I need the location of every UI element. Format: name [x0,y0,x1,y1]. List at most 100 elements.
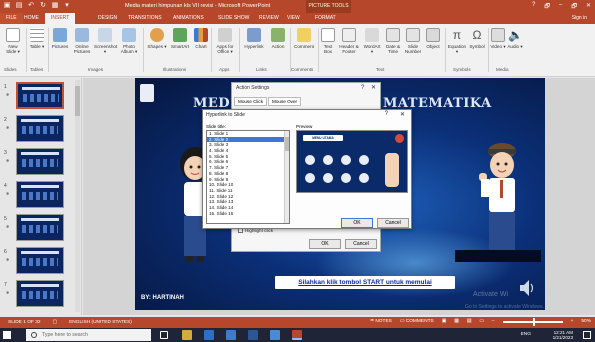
file-explorer-icon[interactable] [182,330,192,340]
equation-button[interactable]: π Equation ▾ [447,28,467,54]
preview-label: Preview [296,124,313,129]
new-slide-button[interactable]: New Slide ▾ [4,28,22,54]
notification-icon[interactable] [583,331,591,339]
help-button[interactable]: ? [385,111,388,118]
slide-number-button[interactable]: Slide Number [404,28,422,54]
tab-view[interactable]: VIEW [287,15,300,21]
photo-album-button[interactable]: Photo Album ▾ [118,28,140,54]
tab-transitions[interactable]: TRANSITIONS [128,15,162,21]
zoom-slider-thumb[interactable] [532,317,535,326]
redo-icon[interactable]: ↻ [39,2,47,10]
highlight-click-checkbox[interactable] [238,228,243,234]
date-time-button[interactable]: Date & Time [383,28,403,54]
zoom-slider[interactable] [502,317,563,326]
input-language[interactable]: ENG [521,332,531,337]
language-indicator[interactable]: ENGLISH (UNITED STATES) [69,320,132,325]
list-item[interactable]: 15. Slide 15 [207,211,289,217]
spelling-icon[interactable]: ▢ [53,320,58,325]
tab-mouse-click[interactable]: Mouse Click [234,97,268,106]
comments-button[interactable]: ▭ COMMENTS [400,319,434,324]
reading-view-icon[interactable]: ▤ [467,319,472,324]
cancel-button[interactable]: Cancel [345,239,377,249]
online-pictures-button[interactable]: Online Pictures [72,28,92,54]
tab-home[interactable]: HOME [24,15,39,21]
slide-thumbnail[interactable] [16,115,64,142]
smartart-button[interactable]: SmartArt [169,28,191,49]
customize-qat-icon[interactable]: ▾ [63,2,71,10]
help-button[interactable]: ? [532,2,535,12]
slide-thumbnail[interactable] [16,214,64,241]
tab-slide-show[interactable]: SLIDE SHOW [218,15,249,21]
sign-in-link[interactable]: Sign in [572,15,587,21]
audio-button[interactable]: 🔈 Audio ▾ [507,28,523,49]
slide-thumbnail[interactable] [16,181,64,208]
action-button[interactable]: Action [268,28,288,49]
slide-thumbnail[interactable] [16,148,64,175]
hyperlink-button[interactable]: Hyperlink [241,28,267,49]
window-controls: ? 🗗 – 🗗 ✕ [532,2,591,12]
store-icon[interactable] [226,330,236,340]
header-footer-button[interactable]: Header & Footer [337,28,361,54]
slide-dark-shape [455,250,541,262]
clock[interactable]: 12:21 AM 1/21/2023 [553,330,573,340]
task-view-icon[interactable] [160,331,168,339]
shapes-button[interactable]: Shapes ▾ [146,28,168,49]
browser-icon[interactable] [270,330,280,340]
cancel-button[interactable]: Cancel [377,218,409,228]
ok-button[interactable]: OK [309,239,341,249]
slide-thumbnail[interactable] [16,247,64,274]
object-button[interactable]: Object [423,28,443,49]
slide-thumbnail[interactable] [16,280,64,307]
restore-button[interactable]: 🗗 [571,2,577,12]
slide-thumbnail[interactable] [16,82,64,109]
start-instruction-banner[interactable]: Silahkan klik tombol START untuk memulai [275,276,455,289]
chart-button[interactable]: Chart [192,28,210,49]
undo-icon[interactable]: ↶ [27,2,35,10]
edge-icon[interactable] [204,330,214,340]
zoom-out-button[interactable]: – [492,319,495,324]
video-button[interactable]: Video ▾ [490,28,506,49]
school-logo-icon [140,84,154,102]
save-icon[interactable]: ▤ [15,2,23,10]
taskbar-search[interactable]: Type here to search [26,329,151,341]
symbol-button[interactable]: Ω Symbol [468,28,486,49]
comment-button[interactable]: Comment [292,28,316,49]
ok-button[interactable]: OK [341,218,373,228]
zoom-level[interactable]: 50% [581,319,591,324]
tab-mouse-over[interactable]: Mouse Over [268,97,302,106]
slide-sorter-icon[interactable]: ▦ [454,319,459,324]
word-icon[interactable] [248,330,258,340]
wordart-button[interactable]: WordArt ▾ [362,28,382,54]
tab-file[interactable]: FILE [0,13,23,24]
apps-for-office-button[interactable]: Apps for Office ▾ [213,28,237,54]
dialog-controls: ? ✕ [361,84,376,91]
text-box-button[interactable]: Text Box [320,28,336,54]
close-window-button[interactable]: ✕ [586,2,591,12]
ribbon-tab-row: FILE HOME INSERT DESIGN TRANSITIONS ANIM… [0,13,595,24]
tab-insert[interactable]: INSERT [45,13,76,24]
zoom-in-button[interactable]: + [571,319,574,324]
tab-format[interactable]: FORMAT [315,15,336,21]
speaker-icon[interactable] [518,278,536,298]
close-dialog-button[interactable]: ✕ [371,85,376,91]
normal-view-icon[interactable]: ▣ [442,319,447,324]
tab-animations[interactable]: ANIMATIONS [173,15,204,21]
close-dialog-button[interactable]: ✕ [400,111,405,118]
ribbon-display-button[interactable]: 🗗 [544,2,550,12]
status-right: ≐ NOTES ▭ COMMENTS ▣ ▦ ▤ ▭ – + 50% [370,317,591,326]
list-scrollbar[interactable] [284,131,289,223]
powerpoint-icon[interactable] [292,330,302,340]
table-button[interactable]: Table ▾ [29,28,45,49]
pictures-button[interactable]: Pictures [50,28,70,49]
thumbnail-scrollbar[interactable] [75,80,80,312]
start-from-beginning-icon[interactable]: ▦ [51,2,59,10]
slide-title-list[interactable]: 1. Slide 1 2. Slide 2 3. Slide 3 4. Slid… [206,130,290,224]
tab-design[interactable]: DESIGN [98,15,117,21]
minimize-button[interactable]: – [559,2,562,12]
notes-button[interactable]: ≐ NOTES [370,319,392,324]
slideshow-icon[interactable]: ▭ [479,319,484,324]
tab-review[interactable]: REVIEW [259,15,279,21]
help-button[interactable]: ? [361,85,364,91]
windows-start-icon[interactable] [3,331,11,339]
screenshot-button[interactable]: Screenshot ▾ [94,28,117,54]
